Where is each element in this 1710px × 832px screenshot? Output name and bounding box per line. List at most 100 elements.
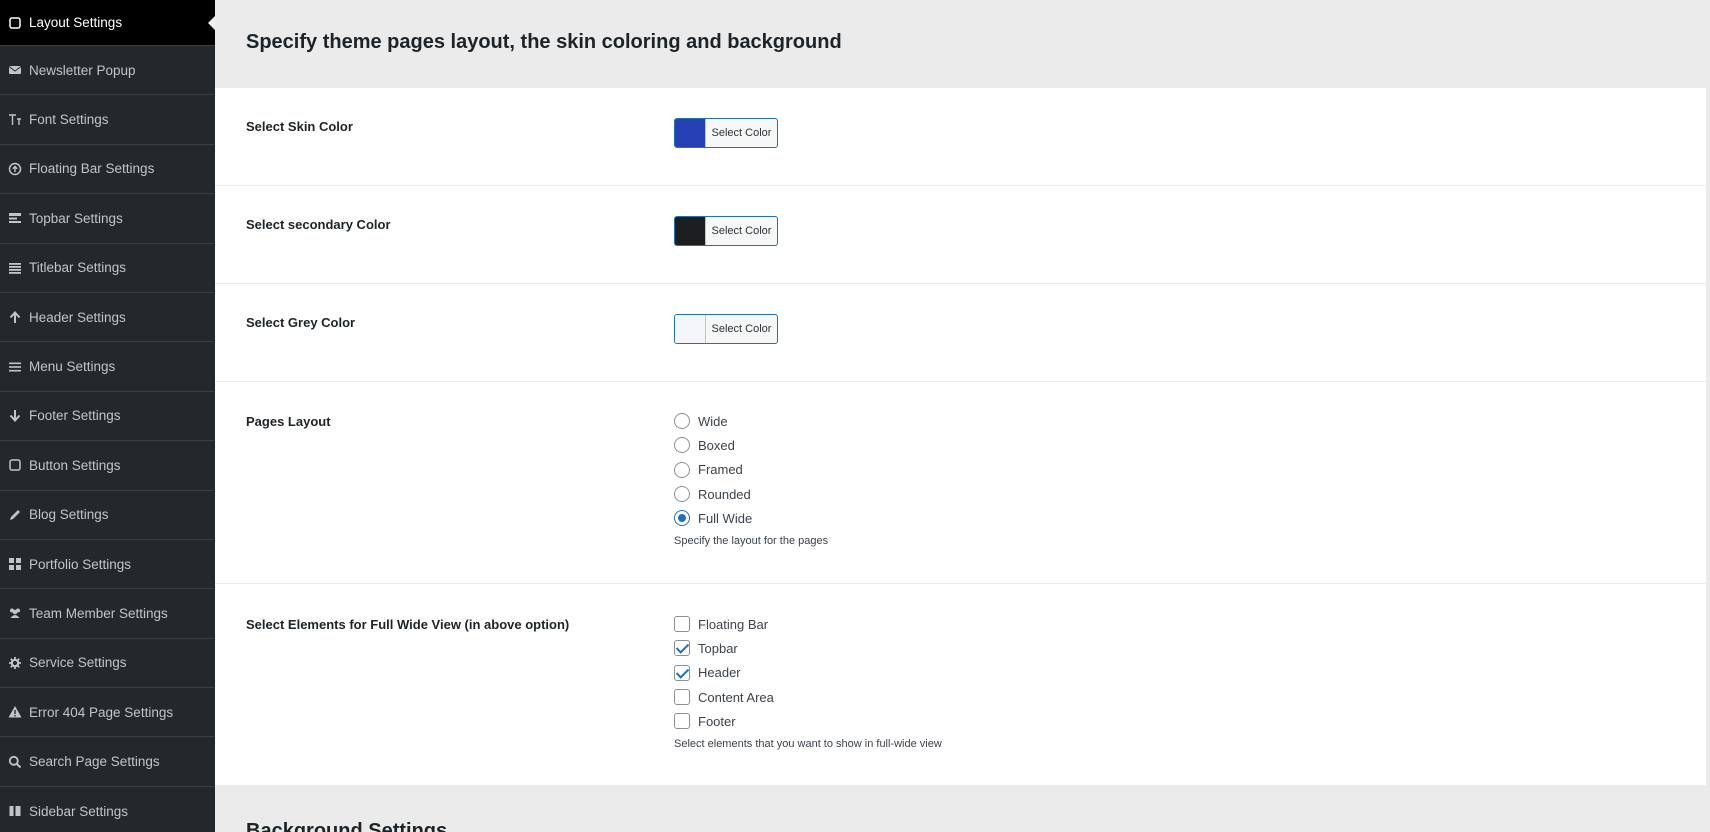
sidebar-item-label: Service Settings <box>29 655 127 671</box>
grey-color-picker-button[interactable]: Select Color <box>674 314 778 344</box>
sidebar-item-floating-bar-settings[interactable]: Floating Bar Settings <box>0 145 215 195</box>
sidebar-item-button-settings[interactable]: Button Settings <box>0 441 215 491</box>
element-checkbox[interactable] <box>674 640 690 657</box>
sidebar-item-label: Floating Bar Settings <box>29 161 155 177</box>
element-option-floating-bar[interactable]: Floating Bar <box>674 612 942 636</box>
gear-icon <box>8 656 22 670</box>
pages-layout-options: Wide Boxed Framed Rounded Full Wide Specify t… <box>674 409 828 547</box>
grey-color-label: Select Grey Color <box>246 315 356 330</box>
arrow-up-icon <box>8 310 22 324</box>
topbar-icon <box>8 211 22 225</box>
sidebar-item-label: Blog Settings <box>29 507 109 523</box>
sidebar-item-topbar-settings[interactable]: Topbar Settings <box>0 194 215 244</box>
layout-option-wide[interactable]: Wide <box>674 409 828 433</box>
layout-option-full-wide[interactable]: Full Wide <box>674 506 828 530</box>
sidebar-item-label: Titlebar Settings <box>29 260 127 276</box>
layout-radio[interactable] <box>674 510 690 527</box>
secondary-color-row: Select secondary Color Select Color <box>215 186 1706 284</box>
sidebar-item-label: Newsletter Popup <box>29 62 136 78</box>
element-checkbox[interactable] <box>674 664 690 681</box>
background-settings-title: Background Settings <box>246 820 448 832</box>
sidebar-item-error-404-page-settings[interactable]: Error 404 Page Settings <box>0 688 215 738</box>
layout-option-rounded[interactable]: Rounded <box>674 482 828 506</box>
skin-color-swatch <box>675 119 706 147</box>
sidebar-item-footer-settings[interactable]: Footer Settings <box>0 392 215 442</box>
layout-radio[interactable] <box>674 461 690 478</box>
sidebar-item-service-settings[interactable]: Service Settings <box>0 639 215 689</box>
layout-option-label: Full Wide <box>698 510 753 526</box>
sidebar-item-layout-settings[interactable]: Layout Settings <box>0 0 215 46</box>
sidebar-item-label: Button Settings <box>29 457 121 473</box>
sidebar-item-label: Portfolio Settings <box>29 556 132 572</box>
square-icon <box>8 16 22 30</box>
full-wide-elements-row: Select Elements for Full Wide View (in a… <box>215 584 1706 786</box>
menu-icon <box>8 360 22 374</box>
sidebar-item-search-page-settings[interactable]: Search Page Settings <box>0 737 215 787</box>
sidebar-item-header-settings[interactable]: Header Settings <box>0 293 215 343</box>
sidebar-item-team-member-settings[interactable]: Team Member Settings <box>0 589 215 639</box>
layout-option-label: Wide <box>698 413 728 429</box>
right-edge <box>1706 0 1710 832</box>
element-checkbox[interactable] <box>674 689 690 706</box>
layout-option-label: Rounded <box>698 486 751 502</box>
sidebar-item-font-settings[interactable]: Font Settings <box>0 95 215 145</box>
page-header: Specify theme pages layout, the skin col… <box>215 0 1706 88</box>
grey-color-row: Select Grey Color Select Color <box>215 284 1706 382</box>
main-content: Specify theme pages layout, the skin col… <box>215 0 1706 832</box>
sidebar-item-label: Topbar Settings <box>29 210 123 226</box>
sidebar-item-titlebar-settings[interactable]: Titlebar Settings <box>0 244 215 293</box>
skin-color-label: Select Skin Color <box>246 119 353 134</box>
element-option-label: Topbar <box>698 640 738 656</box>
layout-radio[interactable] <box>674 486 690 503</box>
element-option-topbar[interactable]: Topbar <box>674 636 942 660</box>
full-wide-elements-options: Floating Bar Topbar Header Content Area Foot… <box>674 612 942 750</box>
sidebar-item-label: Error 404 Page Settings <box>29 704 174 720</box>
sidebar-item-label: Search Page Settings <box>29 754 160 770</box>
arrow-circle-up-icon <box>8 162 22 176</box>
element-option-header[interactable]: Header <box>674 661 942 685</box>
sidebar-item-newsletter-popup[interactable]: Newsletter Popup <box>0 46 215 96</box>
element-option-label: Header <box>698 665 741 681</box>
list-icon <box>8 261 22 275</box>
element-checkbox[interactable] <box>674 713 690 730</box>
page-title: Specify theme pages layout, the skin col… <box>246 31 842 53</box>
element-checkbox[interactable] <box>674 616 690 633</box>
layout-radio[interactable] <box>674 437 690 454</box>
skin-color-row: Select Skin Color Select Color <box>215 88 1706 186</box>
pages-layout-hint: Specify the layout for the pages <box>674 535 829 548</box>
pages-layout-label: Pages Layout <box>246 414 331 429</box>
arrow-down-icon <box>8 409 22 423</box>
square-icon <box>8 458 22 472</box>
sidebar-item-label: Sidebar Settings <box>29 803 129 819</box>
sidebar-item-label: Header Settings <box>29 309 126 325</box>
warning-icon <box>8 705 22 719</box>
secondary-color-picker-button[interactable]: Select Color <box>674 216 778 246</box>
select-color-label: Select Color <box>711 127 772 139</box>
sidebar-item-label: Footer Settings <box>29 408 121 424</box>
sidebar-item-label: Font Settings <box>29 112 109 128</box>
grey-color-swatch <box>675 315 706 343</box>
sidebar-item-menu-settings[interactable]: Menu Settings <box>0 342 215 392</box>
element-option-label: Floating Bar <box>698 616 769 632</box>
sidebar-item-sidebar-settings[interactable]: Sidebar Settings <box>0 787 215 832</box>
layout-option-framed[interactable]: Framed <box>674 458 828 482</box>
skin-color-picker-button[interactable]: Select Color <box>674 118 778 148</box>
sidebar-item-portfolio-settings[interactable]: Portfolio Settings <box>0 540 215 590</box>
envelope-icon <box>8 63 22 77</box>
layout-radio[interactable] <box>674 413 690 430</box>
secondary-color-swatch <box>675 217 706 245</box>
secondary-color-label: Select secondary Color <box>246 217 391 232</box>
element-option-footer[interactable]: Footer <box>674 709 942 733</box>
sidebar-item-label: Menu Settings <box>29 359 116 375</box>
select-color-label: Select Color <box>711 323 772 335</box>
sidebar-item-label: Layout Settings <box>29 15 123 30</box>
full-wide-elements-label: Select Elements for Full Wide View (in a… <box>246 617 570 632</box>
layout-option-boxed[interactable]: Boxed <box>674 433 828 457</box>
element-option-content-area[interactable]: Content Area <box>674 685 942 709</box>
element-option-label: Content Area <box>698 689 774 705</box>
layout-option-label: Boxed <box>698 437 735 453</box>
element-option-label: Footer <box>698 713 736 729</box>
select-color-label: Select Color <box>711 225 772 237</box>
sidebar-item-label: Team Member Settings <box>29 605 168 621</box>
sidebar-item-blog-settings[interactable]: Blog Settings <box>0 491 215 540</box>
